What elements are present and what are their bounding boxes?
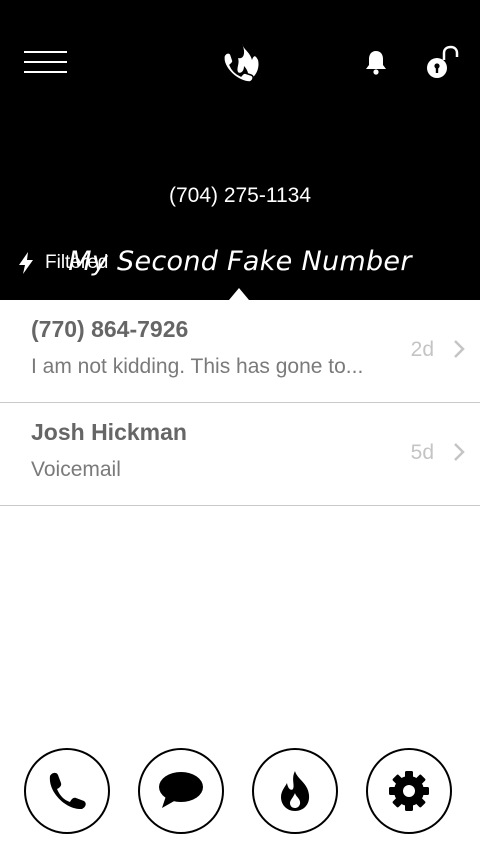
app-header: (704) 275-1134 Filtered My Second Fake N…: [0, 0, 480, 300]
phone-flame-logo: [223, 44, 259, 83]
conversation-preview: I am not kidding. This has gone to...: [31, 355, 364, 378]
conversation-list: (770) 864-7926 I am not kidding. This ha…: [0, 300, 480, 506]
chevron-right-icon: [454, 340, 465, 358]
conversation-title: (770) 864-7926: [31, 316, 189, 342]
conversation-preview: Voicemail: [31, 458, 121, 481]
selection-pointer: [229, 288, 249, 300]
conversation-title: Josh Hickman: [31, 419, 187, 445]
bell-icon[interactable]: [362, 48, 390, 76]
settings-button[interactable]: [366, 748, 452, 834]
conversation-age: 2d: [410, 338, 434, 361]
unlocked-padlock-icon[interactable]: [424, 44, 460, 80]
gear-icon: [389, 771, 429, 811]
conversation-row[interactable]: (770) 864-7926 I am not kidding. This ha…: [0, 300, 480, 403]
hamburger-menu-icon[interactable]: [24, 51, 67, 73]
flame-icon: [281, 771, 310, 811]
phone-icon: [49, 772, 86, 810]
chat-bubble-icon: [159, 772, 203, 808]
chevron-right-icon: [454, 443, 465, 461]
conversation-age: 5d: [410, 441, 434, 464]
messages-button[interactable]: [138, 748, 224, 834]
call-button[interactable]: [24, 748, 110, 834]
burn-button[interactable]: [252, 748, 338, 834]
conversation-row[interactable]: Josh Hickman Voicemail 5d: [0, 403, 480, 506]
own-phone-number: (704) 275-1134: [168, 184, 312, 207]
line-name-selector[interactable]: My Second Fake Number: [0, 246, 480, 277]
